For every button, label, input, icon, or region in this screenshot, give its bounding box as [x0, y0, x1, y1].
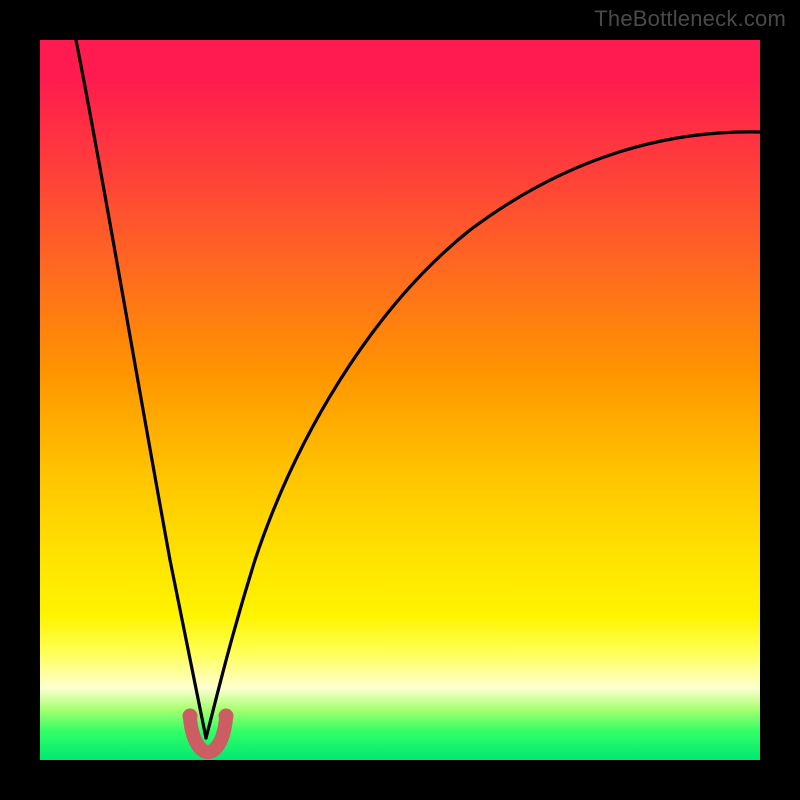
- curve-layer: [40, 40, 760, 760]
- optimal-marker-dot-left: [183, 709, 198, 724]
- watermark-text: TheBottleneck.com: [594, 6, 786, 32]
- plot-area: [40, 40, 760, 760]
- curve-left-branch: [76, 40, 206, 738]
- curve-right-branch: [206, 132, 760, 738]
- optimal-marker-dot-right: [219, 709, 234, 724]
- chart-frame: TheBottleneck.com: [0, 0, 800, 800]
